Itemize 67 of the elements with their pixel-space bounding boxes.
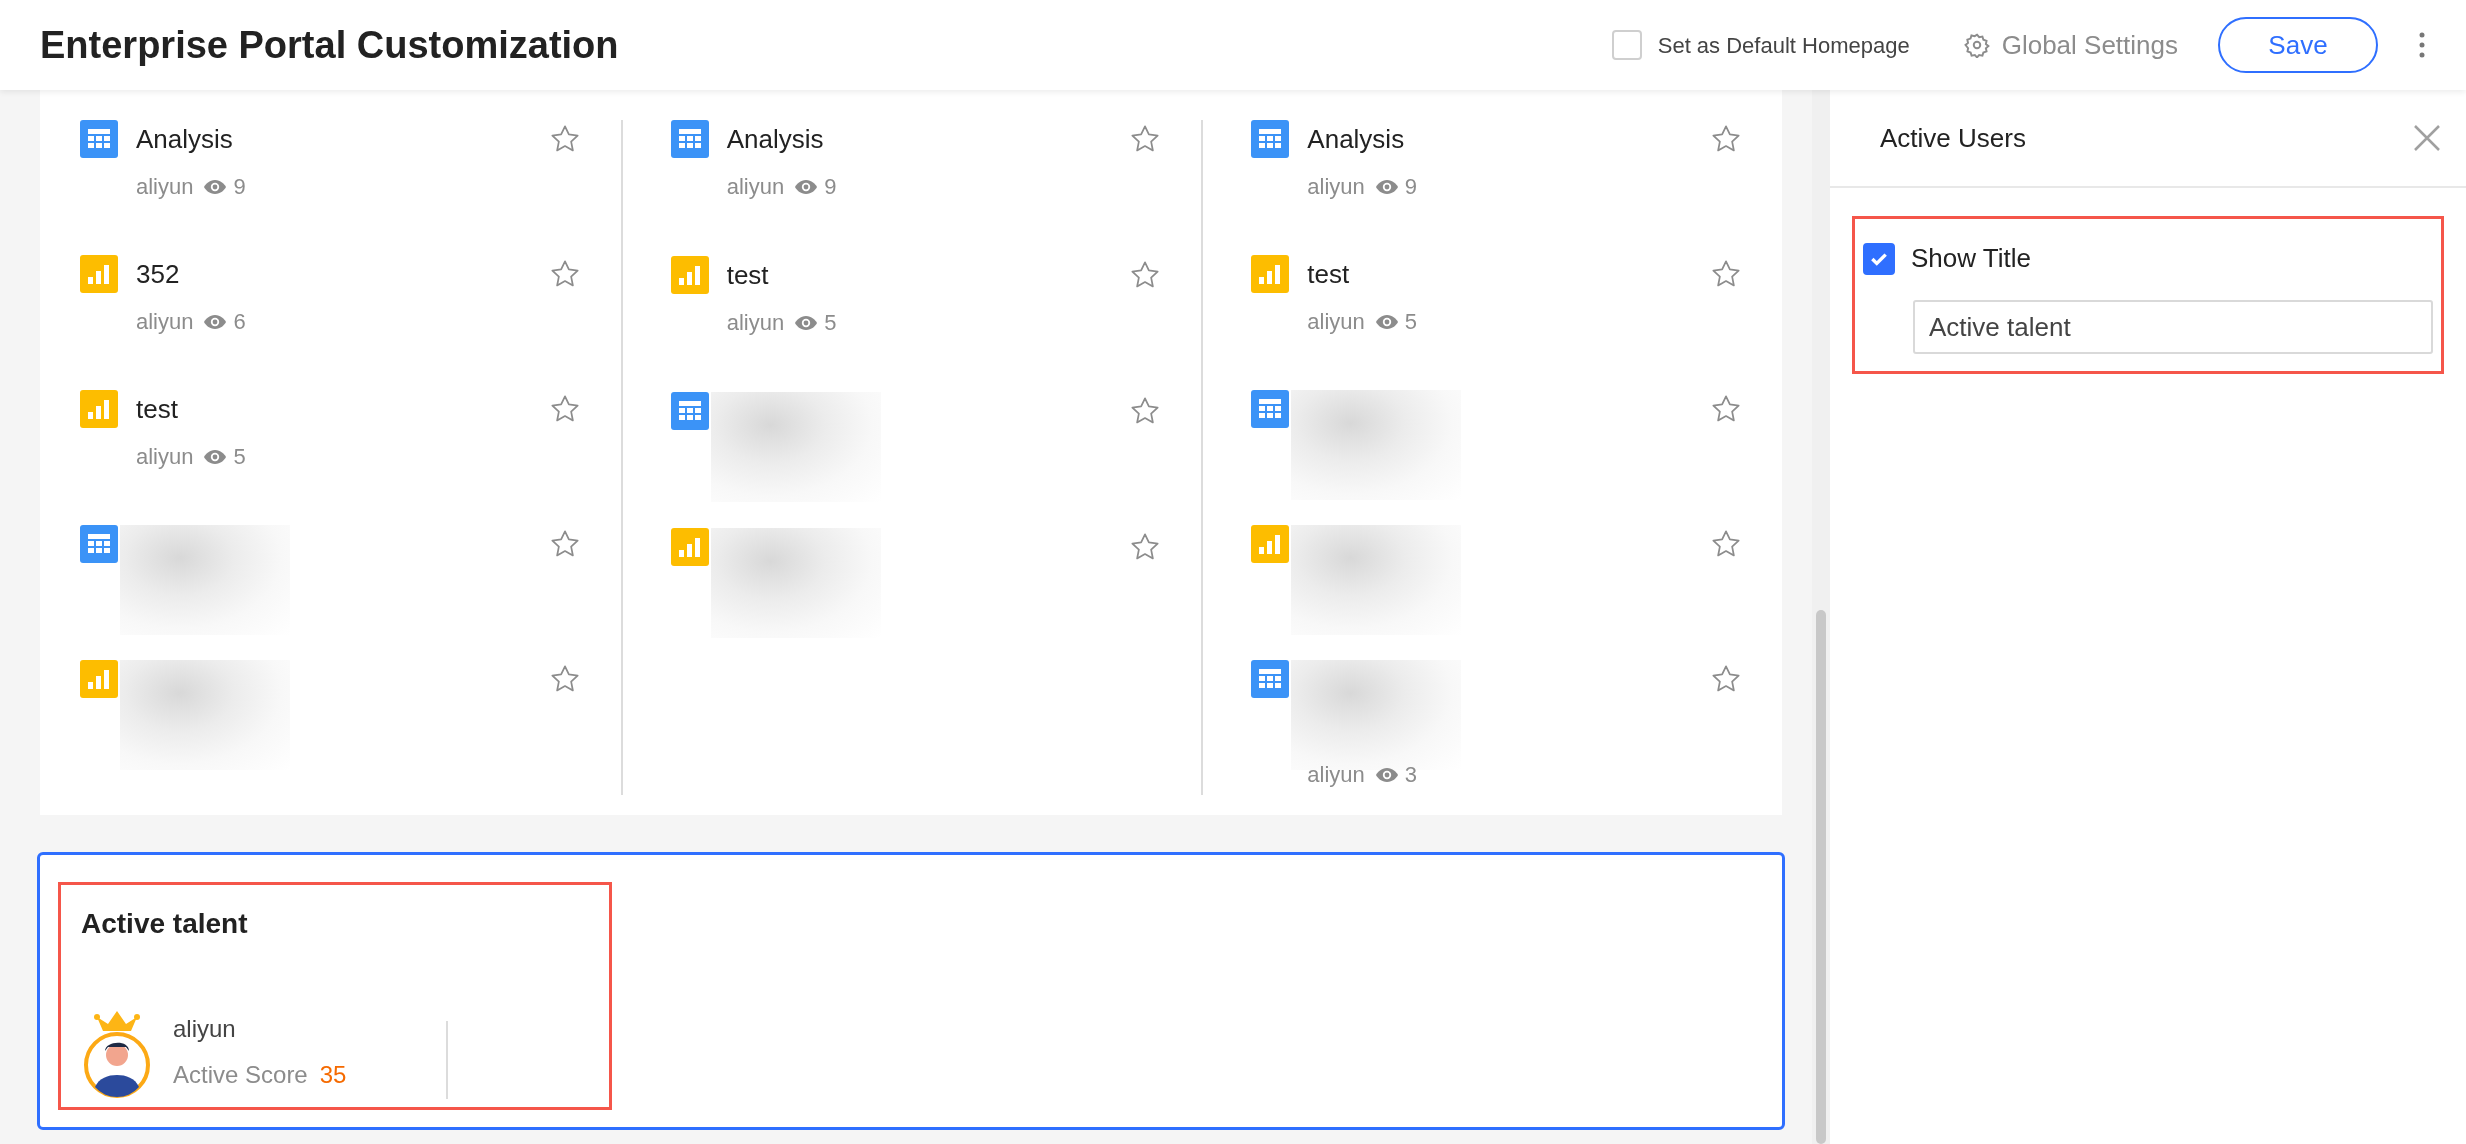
view-count: 5 [1404, 308, 1418, 336]
item-title[interactable]: Analysis [136, 119, 233, 159]
bar-chart-icon [80, 660, 118, 698]
title-input-field[interactable]: Active talent [1913, 300, 2433, 354]
item-title[interactable]: test [726, 255, 769, 295]
eye-icon [794, 178, 819, 195]
report-item[interactable]: Analysis aliyun 9 [80, 120, 581, 255]
page-title: Enterprise Portal Customization [40, 22, 619, 68]
owner-name: aliyun [726, 173, 785, 201]
save-button[interactable]: Save [2218, 17, 2378, 73]
item-title[interactable]: 352 [136, 254, 180, 294]
eye-icon [1374, 313, 1399, 330]
report-item[interactable]: 352 aliyun 6 [80, 255, 581, 390]
close-icon[interactable] [2412, 123, 2442, 153]
checkbox-label: Show Title [1911, 242, 2031, 275]
bar-chart-icon [670, 256, 709, 294]
bar-chart-icon [670, 528, 709, 566]
owner-name: aliyun [136, 308, 194, 336]
owner-name: aliyun [136, 443, 194, 471]
item-title[interactable]: Analysis [726, 119, 824, 159]
table-icon [80, 120, 118, 158]
item-title[interactable]: test [1307, 254, 1350, 294]
user-name: aliyun [173, 1014, 237, 1044]
report-item[interactable]: Analysis aliyun 9 [1251, 120, 1742, 255]
score-value: 35 [319, 1060, 347, 1090]
table-icon [80, 525, 118, 563]
scrollbar-thumb[interactable] [1816, 610, 1826, 1144]
owner-name: aliyun [136, 173, 194, 201]
view-count: 9 [824, 173, 837, 201]
view-count: 5 [824, 309, 837, 337]
view-count: 9 [1404, 173, 1418, 201]
bar-chart-icon [80, 390, 118, 428]
view-count: 9 [233, 173, 246, 201]
report-item[interactable]: test aliyun 5 [670, 256, 1162, 392]
bar-chart-icon [1251, 525, 1290, 563]
eye-icon [203, 448, 228, 465]
owner-name: aliyun [1307, 308, 1365, 336]
table-icon [1251, 120, 1290, 158]
score-label: Active Score [173, 1060, 308, 1090]
widget-title: Active talent [81, 907, 249, 941]
checkbox-label: Set as Default Homepage [1657, 31, 1910, 60]
checkbox[interactable] [1863, 242, 1895, 275]
report-item[interactable]: Analysis aliyun 9 [670, 120, 1162, 256]
owner-name: aliyun [726, 309, 785, 337]
eye-icon [794, 314, 819, 331]
item-title[interactable]: test [136, 389, 178, 429]
report-item[interactable]: test aliyun 5 [80, 390, 581, 525]
view-count: 3 [1404, 761, 1418, 789]
settings-icon [1963, 32, 1990, 58]
bar-chart-icon [80, 255, 118, 293]
eye-icon [1374, 766, 1399, 783]
panel-title: Active Users [1880, 121, 2026, 155]
view-count: 5 [233, 443, 246, 471]
bar-chart-icon [1251, 255, 1290, 293]
table-icon [670, 120, 709, 158]
eye-icon [1374, 178, 1399, 195]
more-icon[interactable] [2418, 31, 2426, 59]
eye-icon [203, 178, 228, 195]
item-title[interactable]: Analysis [1307, 119, 1405, 159]
view-count: 6 [233, 308, 246, 336]
table-icon [1251, 660, 1290, 698]
table-icon [670, 392, 709, 430]
eye-icon [203, 313, 228, 330]
owner-name: aliyun [1307, 761, 1365, 789]
owner-name: aliyun [1307, 173, 1365, 201]
report-item[interactable]: test aliyun 5 [1251, 255, 1742, 390]
table-icon [1251, 390, 1290, 428]
